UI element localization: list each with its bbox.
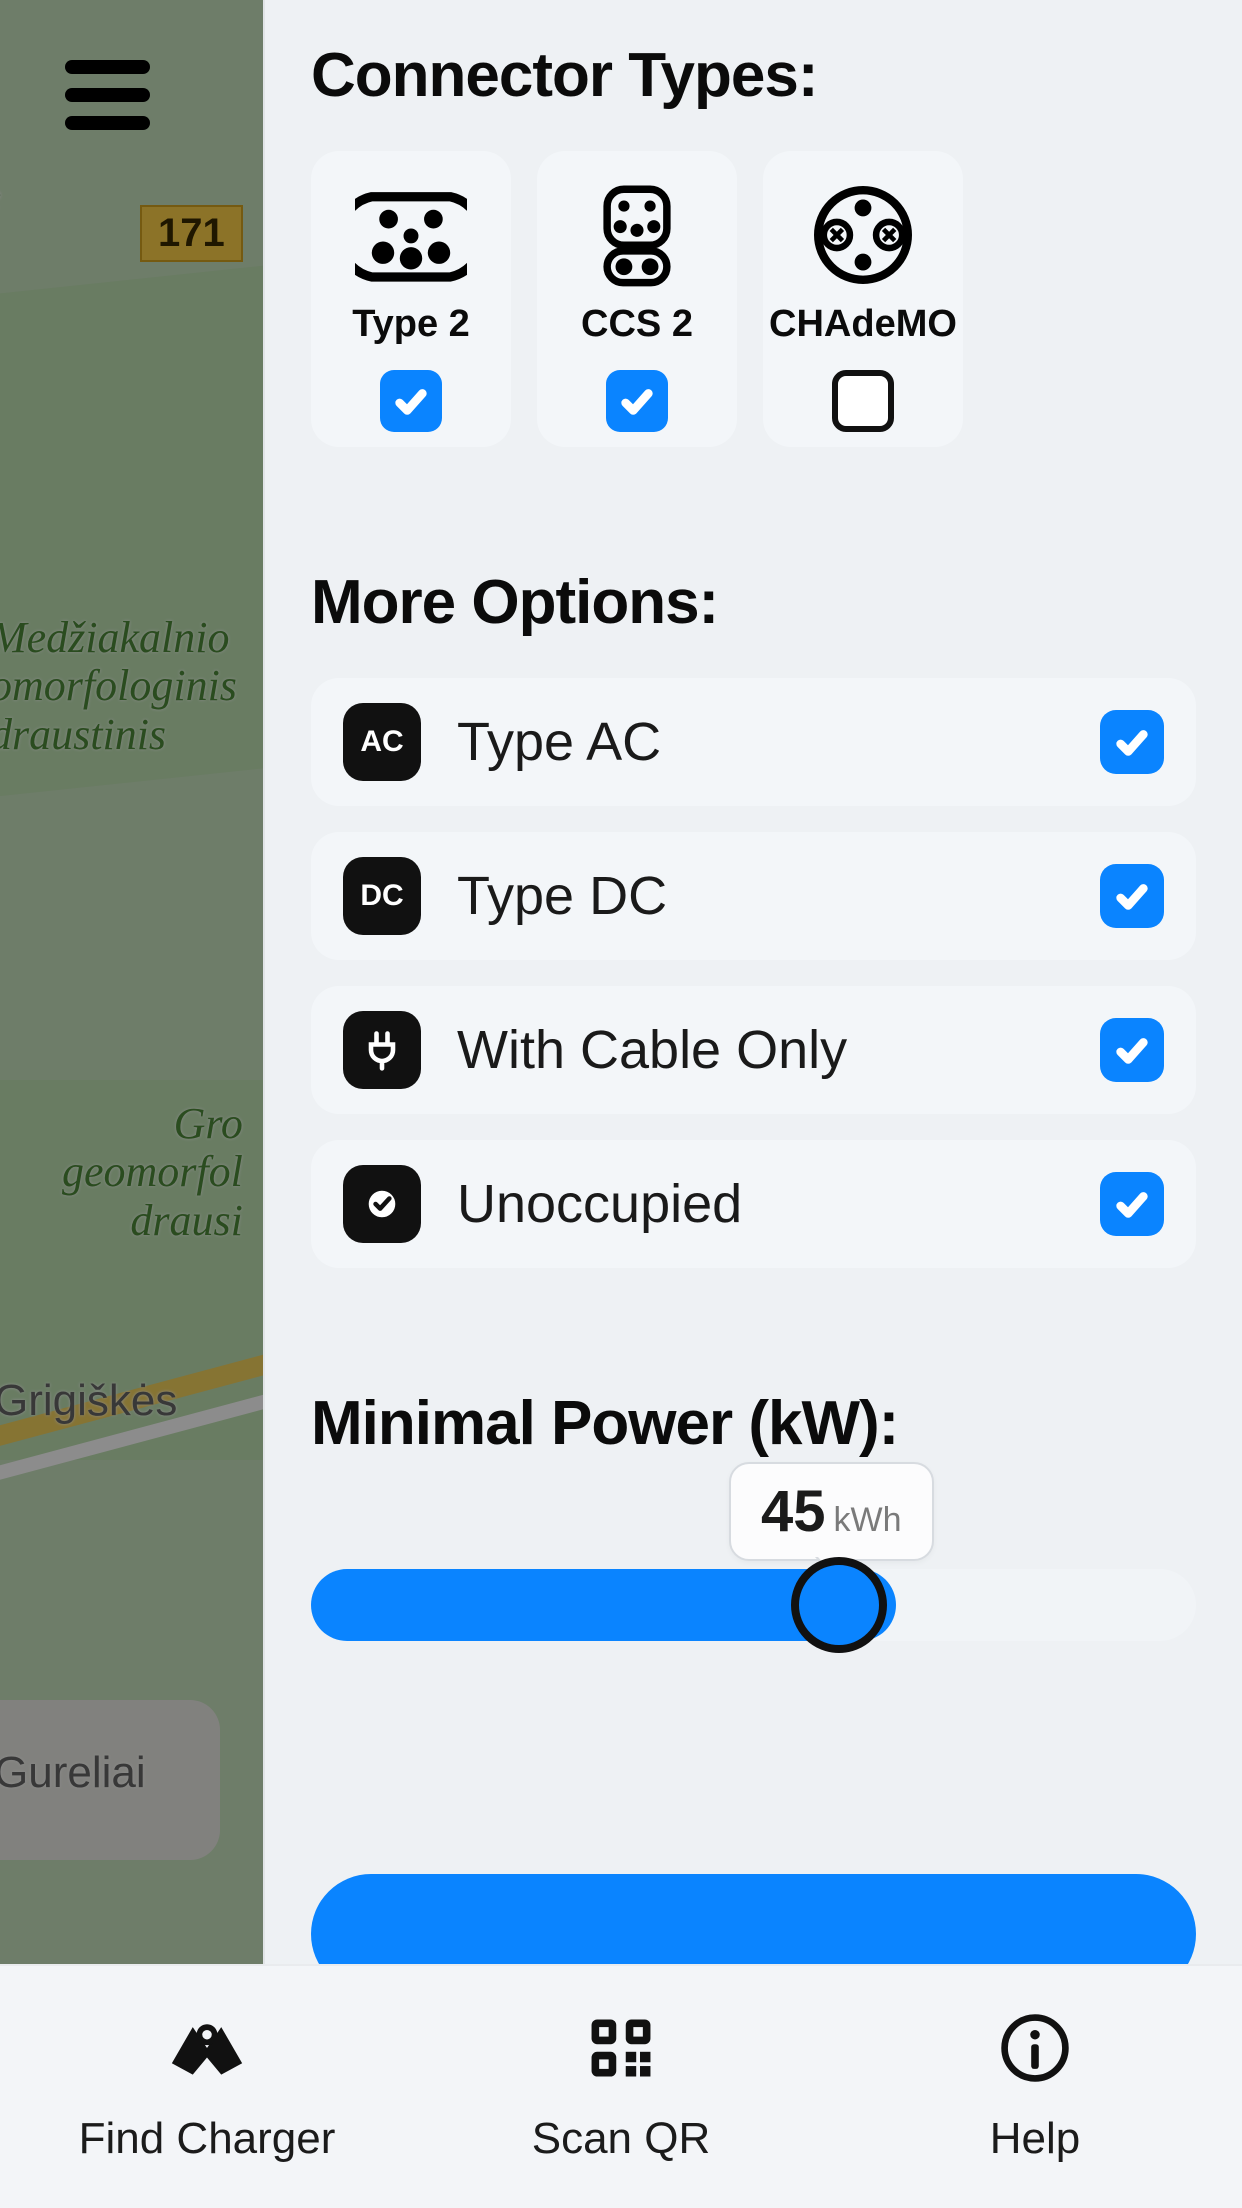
tab-scan-qr[interactable]: Scan QR — [414, 1966, 828, 2208]
app-root: 171 rve Medžiakalnioomorfologinisdrausti… — [0, 0, 1242, 2208]
option-label: Unoccupied — [457, 1173, 1100, 1235]
slider-thumb[interactable] — [791, 1557, 887, 1653]
tab-label: Find Charger — [79, 2114, 336, 2164]
power-slider[interactable]: 45 kWh — [311, 1569, 1196, 1641]
connector-label: CCS 2 — [581, 303, 693, 346]
option-row-unoccupied[interactable]: Unoccupied — [311, 1140, 1196, 1268]
more-options-title: More Options: — [311, 567, 1196, 638]
option-label: With Cable Only — [457, 1019, 1100, 1081]
connector-checkbox-type2[interactable] — [380, 370, 442, 432]
tab-find-charger[interactable]: Find Charger — [0, 1966, 414, 2208]
option-checkbox-type-dc[interactable] — [1100, 864, 1164, 928]
connector-label: CHAdeMO — [769, 303, 957, 346]
minimal-power-title: Minimal Power (kW): — [311, 1388, 1196, 1459]
slider-track[interactable] — [311, 1569, 1196, 1641]
option-row-type-ac[interactable]: AC Type AC — [311, 678, 1196, 806]
plug-icon — [343, 1011, 421, 1089]
option-checkbox-with-cable[interactable] — [1100, 1018, 1164, 1082]
option-row-type-dc[interactable]: DC Type DC — [311, 832, 1196, 960]
option-label: Type AC — [457, 711, 1100, 773]
power-tooltip: 45 kWh — [729, 1462, 934, 1561]
filter-panel: Connector Types: Type 2 — [263, 0, 1242, 1964]
option-row-with-cable[interactable]: With Cable Only — [311, 986, 1196, 1114]
option-label: Type DC — [457, 865, 1100, 927]
connector-card-chademo[interactable]: CHAdeMO — [763, 151, 963, 447]
tab-bar: Find Charger Scan QR Help — [0, 1964, 1242, 2208]
ac-badge-icon: AC — [343, 703, 421, 781]
tab-label: Scan QR — [532, 2114, 711, 2164]
option-checkbox-unoccupied[interactable] — [1100, 1172, 1164, 1236]
connector-card-ccs2[interactable]: CCS 2 — [537, 151, 737, 447]
connector-label: Type 2 — [352, 303, 470, 346]
connector-card-type2[interactable]: Type 2 — [311, 151, 511, 447]
info-icon — [992, 2010, 1078, 2086]
option-checkbox-type-ac[interactable] — [1100, 710, 1164, 774]
tab-label: Help — [990, 2114, 1081, 2164]
connector-row: Type 2 CCS 2 — [311, 151, 1196, 447]
connector-checkbox-chademo[interactable] — [832, 370, 894, 432]
qr-icon — [578, 2010, 664, 2086]
power-unit: kWh — [834, 1501, 902, 1540]
options-list: AC Type AC DC Type DC With Cable Only — [311, 678, 1196, 1268]
map-pin-icon — [164, 2010, 250, 2086]
dc-badge-icon: DC — [343, 857, 421, 935]
power-value: 45 — [761, 1478, 826, 1545]
connector-types-title: Connector Types: — [311, 40, 1196, 111]
type2-icon — [355, 181, 467, 289]
check-circle-icon — [343, 1165, 421, 1243]
tab-help[interactable]: Help — [828, 1966, 1242, 2208]
chademo-icon — [807, 181, 919, 289]
connector-checkbox-ccs2[interactable] — [606, 370, 668, 432]
ccs2-icon — [581, 181, 693, 289]
menu-button[interactable] — [65, 60, 150, 128]
